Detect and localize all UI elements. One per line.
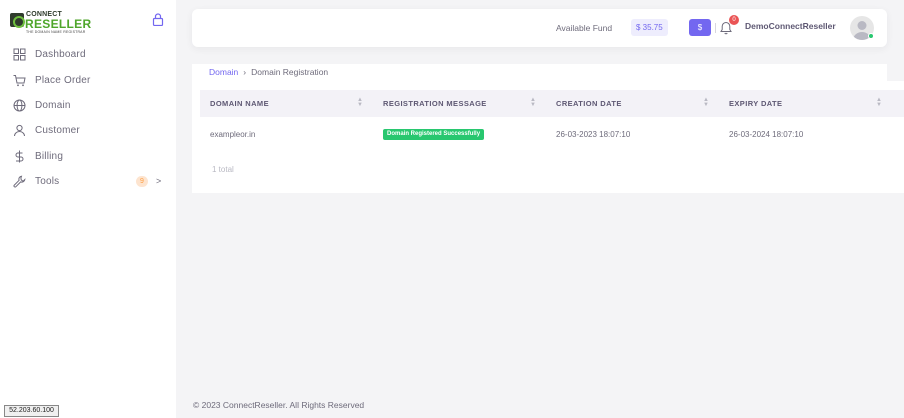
logo-tagline: THE DOMAIN NAME REGISTRAR bbox=[26, 30, 86, 34]
sort-icon[interactable]: ▲ ▼ bbox=[703, 97, 709, 108]
cell-expiry-date: 26-03-2024 18:07:10 bbox=[729, 130, 804, 139]
column-header-expiry-date[interactable]: EXPIRY DATE bbox=[729, 99, 782, 108]
cell-domain-name: exampleor.in bbox=[210, 130, 256, 139]
column-header-registration-message[interactable]: REGISTRATION MESSAGE bbox=[383, 99, 487, 108]
user-name[interactable]: DemoConnectReseller bbox=[745, 21, 836, 31]
breadcrumb-separator: › bbox=[243, 67, 247, 77]
sidebar-item-customer[interactable]: Customer bbox=[0, 118, 176, 143]
user-icon bbox=[14, 125, 25, 137]
table-header: DOMAIN NAME ▲ ▼ REGISTRATION MESSAGE ▲ ▼ C… bbox=[200, 90, 904, 117]
sidebar: CONNECT RESELLER THE DOMAIN NAME REGISTR… bbox=[0, 0, 176, 418]
sidebar-item-place-order[interactable]: Place Order bbox=[0, 67, 176, 92]
chevron-right-icon: > bbox=[156, 175, 162, 186]
tools-count-badge: 9 bbox=[136, 175, 148, 187]
breadcrumb-link-domain[interactable]: Domain bbox=[209, 67, 238, 77]
table-total-count: 1 total bbox=[212, 165, 234, 174]
sidebar-item-tools[interactable]: Tools 9 > bbox=[0, 169, 176, 194]
sort-icon[interactable]: ▲ ▼ bbox=[876, 97, 882, 108]
sidebar-item-dashboard[interactable]: Dashboard bbox=[0, 42, 176, 67]
breadcrumb-bar: Domain › Domain Registration bbox=[192, 64, 887, 81]
notification-count-badge: 0 bbox=[729, 15, 739, 25]
sort-icon[interactable]: ▲ ▼ bbox=[357, 97, 363, 108]
available-fund-value: $ 35.75 bbox=[631, 19, 668, 36]
lock-icon[interactable] bbox=[152, 13, 164, 26]
dollar-icon bbox=[15, 150, 24, 163]
sidebar-item-domain[interactable]: Domain bbox=[0, 93, 176, 118]
sidebar-item-label: Billing bbox=[35, 150, 64, 162]
cart-icon bbox=[13, 74, 26, 86]
logo-mark-icon bbox=[10, 13, 25, 28]
ip-address-badge: 52.203.60.100 bbox=[4, 405, 59, 417]
status-badge: Domain Registered Successfully bbox=[383, 129, 485, 140]
sidebar-item-label: Tools bbox=[35, 176, 60, 188]
brand-logo[interactable]: CONNECT RESELLER THE DOMAIN NAME REGISTR… bbox=[10, 11, 100, 34]
cell-creation-date: 26-03-2023 18:07:10 bbox=[556, 130, 631, 139]
wrench-icon bbox=[13, 175, 26, 188]
sidebar-item-label: Customer bbox=[35, 125, 80, 137]
add-fund-button[interactable]: $ bbox=[689, 19, 711, 36]
sort-icon[interactable]: ▲ ▼ bbox=[530, 97, 536, 108]
sidebar-item-label: Place Order bbox=[35, 74, 91, 86]
column-header-creation-date[interactable]: CREATION DATE bbox=[556, 99, 622, 108]
domain-registration-table-card: DOMAIN NAME ▲ ▼ REGISTRATION MESSAGE ▲ ▼ C… bbox=[192, 81, 904, 193]
breadcrumb: Domain › Domain Registration bbox=[209, 67, 328, 77]
top-navbar: Available Fund $ 35.75 $ 0 DemoConnectRe… bbox=[192, 9, 887, 47]
sidebar-item-label: Dashboard bbox=[35, 49, 86, 61]
available-fund-label: Available Fund bbox=[556, 23, 613, 33]
sidebar-item-label: Domain bbox=[35, 99, 71, 111]
column-header-domain-name[interactable]: DOMAIN NAME bbox=[210, 99, 269, 108]
sidebar-item-billing[interactable]: Billing bbox=[0, 144, 176, 169]
logo-line2: RESELLER bbox=[25, 17, 92, 31]
table-row[interactable]: exampleor.in Domain Registered Successfu… bbox=[200, 117, 904, 151]
online-status-dot bbox=[868, 33, 874, 39]
grid-icon bbox=[13, 48, 26, 61]
header-divider bbox=[715, 23, 716, 33]
sidebar-nav: Dashboard Place Order Domain Customer Bi… bbox=[0, 42, 176, 194]
breadcrumb-current: Domain Registration bbox=[251, 67, 329, 77]
globe-icon bbox=[13, 99, 26, 112]
page-footer: © 2023 ConnectReseller. All Rights Reser… bbox=[193, 400, 365, 410]
